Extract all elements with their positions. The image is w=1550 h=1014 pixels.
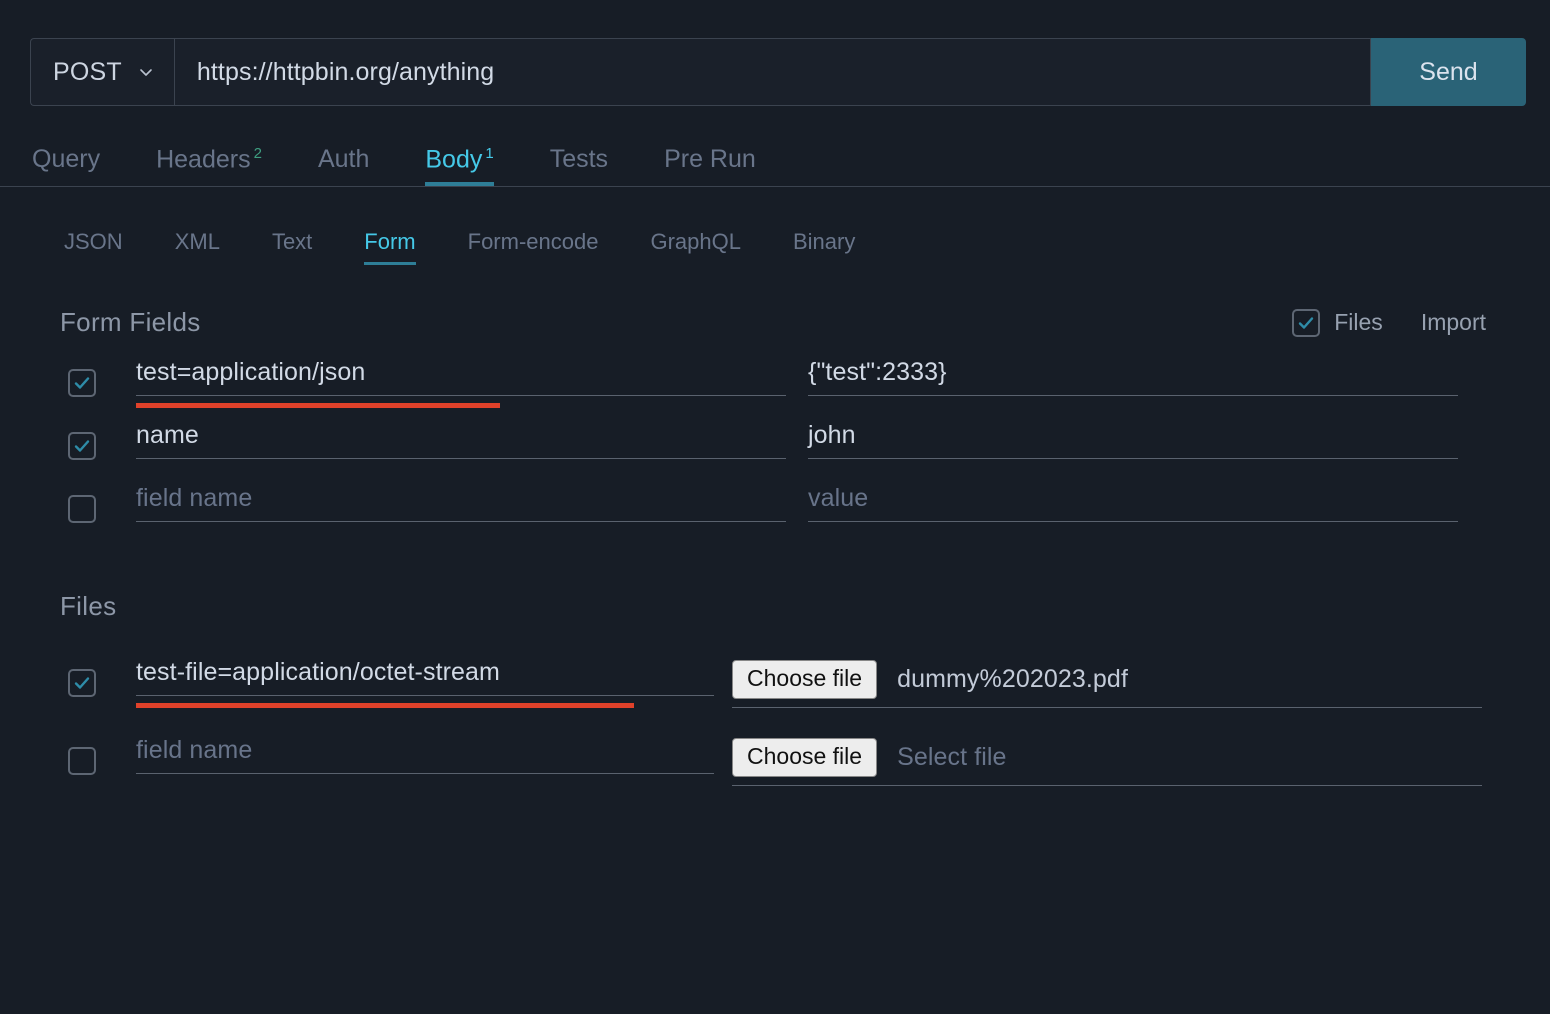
tab-query[interactable]: Query (30, 147, 128, 186)
files-toggle-checkbox[interactable] (1292, 309, 1320, 337)
tab-headers-badge: 2 (254, 145, 262, 162)
form-field-enabled-checkbox[interactable] (68, 369, 96, 397)
body-tab-graphql-label: GraphQL (650, 229, 741, 254)
form-fields-controls: Files Import (1292, 309, 1486, 337)
tab-tests-label: Tests (550, 145, 608, 173)
file-key-input[interactable]: field name (136, 738, 714, 774)
spellcheck-underline (136, 403, 500, 408)
chevron-down-icon (138, 64, 154, 80)
form-field-key-placeholder: field name (136, 486, 786, 511)
form-fields-list: test=application/json {"test":2333} name… (0, 360, 1550, 523)
file-key-placeholder: field name (136, 738, 714, 763)
files-title: Files (60, 591, 116, 622)
tab-pre-run-label: Pre Run (664, 145, 756, 173)
form-field-row: name john (0, 423, 1550, 460)
choose-file-button[interactable]: Choose file (732, 738, 877, 777)
tab-query-label: Query (32, 145, 100, 173)
file-picker[interactable]: Choose file dummy%202023.pdf (732, 660, 1482, 708)
form-field-key-input[interactable]: name (136, 423, 786, 459)
tab-body[interactable]: Body1 (397, 146, 521, 186)
body-tab-text[interactable]: Text (246, 231, 338, 265)
file-enabled-checkbox[interactable] (68, 747, 96, 775)
tabs-divider (0, 186, 1550, 187)
file-key-input[interactable]: test-file=application/octet-stream (136, 660, 714, 696)
send-button[interactable]: Send (1371, 38, 1526, 106)
form-field-value-input[interactable]: john (808, 423, 1458, 459)
body-tab-json-label: JSON (64, 229, 123, 254)
url-input-value: https://httpbin.org/anything (197, 58, 494, 87)
tab-tests[interactable]: Tests (522, 147, 636, 186)
tab-auth-label: Auth (318, 145, 369, 173)
form-fields-header: Form Fields Files Import (60, 307, 1486, 338)
form-field-row: test=application/json {"test":2333} (0, 360, 1550, 397)
file-row: test-file=application/octet-stream Choos… (0, 660, 1550, 708)
body-tab-json[interactable]: JSON (40, 231, 149, 265)
url-input[interactable]: https://httpbin.org/anything (174, 38, 1371, 106)
body-tab-form[interactable]: Form (338, 231, 441, 265)
form-field-key-input[interactable]: field name (136, 486, 786, 522)
request-bar: POST https://httpbin.org/anything Send (30, 38, 1526, 106)
file-enabled-checkbox[interactable] (68, 669, 96, 697)
tab-body-label: Body (425, 145, 482, 173)
file-name-label: dummy%202023.pdf (897, 665, 1128, 694)
tab-headers[interactable]: Headers2 (128, 146, 290, 186)
body-tab-binary[interactable]: Binary (767, 231, 881, 265)
spellcheck-underline (136, 703, 634, 708)
form-field-value-input[interactable]: value (808, 486, 1458, 522)
body-type-tabs: JSON XML Text Form Form-encode GraphQL B… (40, 217, 1550, 265)
tab-headers-label: Headers (156, 145, 251, 173)
body-tab-text-label: Text (272, 229, 312, 254)
body-tab-form-label: Form (364, 229, 415, 254)
form-field-enabled-checkbox[interactable] (68, 432, 96, 460)
body-tab-form-encode-label: Form-encode (468, 229, 599, 254)
file-picker[interactable]: Choose file Select file (732, 738, 1482, 786)
http-method-label: POST (53, 58, 122, 87)
form-field-value-placeholder: value (808, 486, 1458, 511)
body-tab-binary-label: Binary (793, 229, 855, 254)
form-field-key-value: name (136, 423, 786, 448)
form-field-key-value: test=application/json (136, 360, 786, 385)
http-method-select[interactable]: POST (30, 38, 174, 106)
files-header: Files (60, 591, 1486, 622)
tab-pre-run[interactable]: Pre Run (636, 147, 784, 186)
form-field-enabled-checkbox[interactable] (68, 495, 96, 523)
form-fields-title: Form Fields (60, 307, 201, 338)
file-key-value: test-file=application/octet-stream (136, 660, 714, 685)
form-field-row: field name value (0, 486, 1550, 523)
tab-auth[interactable]: Auth (290, 147, 397, 186)
files-toggle[interactable]: Files (1292, 309, 1383, 337)
tab-body-badge: 1 (485, 145, 493, 162)
files-list: test-file=application/octet-stream Choos… (0, 660, 1550, 786)
file-row: field name Choose file Select file (0, 738, 1550, 786)
form-field-value-value: {"test":2333} (808, 360, 1458, 385)
body-tab-form-encode[interactable]: Form-encode (442, 231, 625, 265)
request-tabs: Query Headers2 Auth Body1 Tests Pre Run (30, 134, 1550, 186)
import-button[interactable]: Import (1421, 309, 1486, 336)
body-tab-xml-label: XML (175, 229, 220, 254)
form-field-key-input[interactable]: test=application/json (136, 360, 786, 396)
choose-file-button[interactable]: Choose file (732, 660, 877, 699)
file-name-placeholder: Select file (897, 743, 1007, 772)
files-toggle-label: Files (1334, 309, 1383, 336)
form-field-value-input[interactable]: {"test":2333} (808, 360, 1458, 396)
body-tab-graphql[interactable]: GraphQL (624, 231, 767, 265)
body-tab-xml[interactable]: XML (149, 231, 246, 265)
files-section: Files test-file=application/octet-stream… (0, 591, 1550, 786)
form-field-value-value: john (808, 423, 1458, 448)
